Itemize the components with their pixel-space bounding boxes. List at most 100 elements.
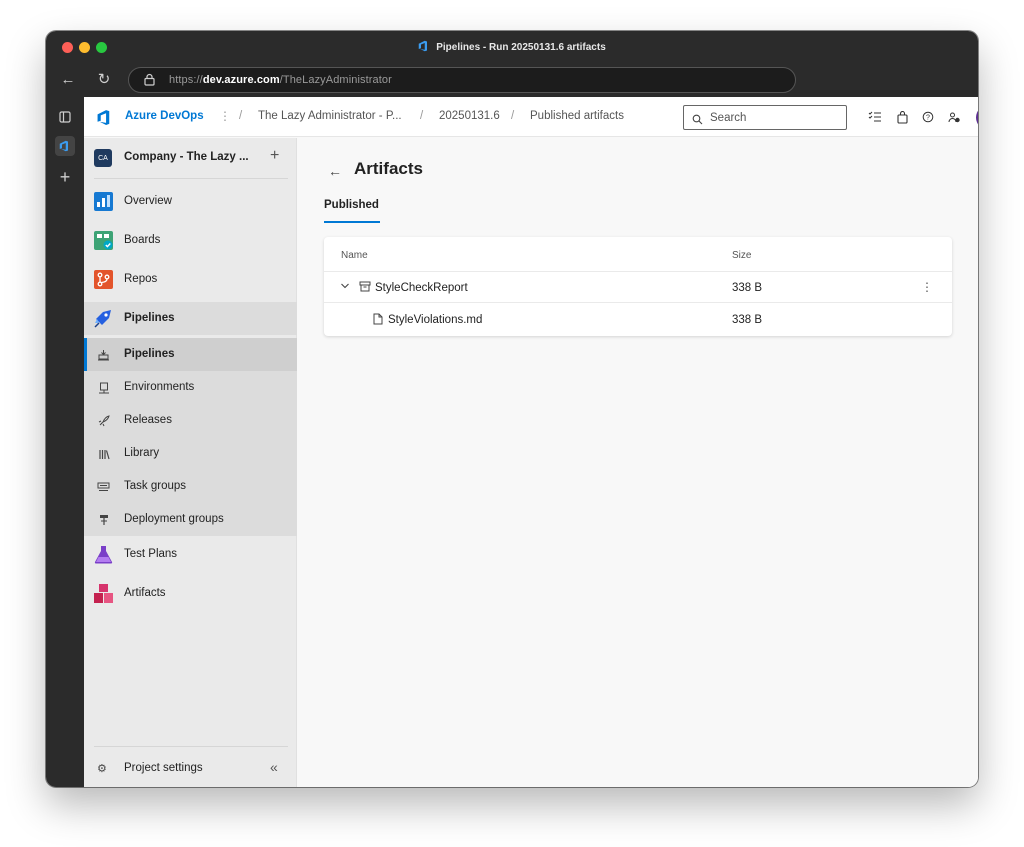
subnav-item-task-groups[interactable]: Task groups xyxy=(84,470,297,503)
back-arrow-icon[interactable]: ← xyxy=(328,163,342,179)
subnav-item-label: Environments xyxy=(124,381,195,393)
environments-icon xyxy=(97,381,110,394)
new-item-plus-icon[interactable]: + xyxy=(270,147,279,165)
column-header-size[interactable]: Size xyxy=(732,250,751,261)
search-icon xyxy=(692,112,703,130)
work-items-list-icon[interactable] xyxy=(867,109,883,125)
subnav-item-label: Library xyxy=(124,447,160,459)
subnav-item-pipelines[interactable]: Pipelines xyxy=(84,338,297,371)
project-settings-link[interactable]: ⚙ Project settings « xyxy=(84,754,297,784)
tab-selected-indicator xyxy=(324,221,380,223)
project-header[interactable]: CA Company - The Lazy ... + xyxy=(84,138,297,178)
breadcrumb-separator: / xyxy=(511,110,515,122)
file-name[interactable]: StyleViolations.md xyxy=(388,314,482,326)
brand-link[interactable]: Azure DevOps xyxy=(125,110,204,122)
url-scheme: https:// xyxy=(169,74,203,86)
azure-devops-logo-icon[interactable] xyxy=(96,109,114,131)
releases-rocket-icon xyxy=(97,414,110,427)
project-settings-label: Project settings xyxy=(124,762,203,774)
subnav-item-label: Releases xyxy=(124,414,172,426)
nav-item-label: Overview xyxy=(124,195,172,207)
site-info-icon[interactable] xyxy=(143,73,156,91)
chevron-down-icon[interactable] xyxy=(340,281,350,294)
browser-window: Pipelines - Run 20250131.6 artifacts ← ↻… xyxy=(46,31,978,787)
artifacts-table: Name Size StyleCheckReport 338 B ⋮ Style… xyxy=(324,237,952,336)
table-header: Name Size xyxy=(324,237,952,272)
new-tab-plus-icon[interactable]: + xyxy=(55,167,75,187)
breadcrumb-published-artifacts[interactable]: Published artifacts xyxy=(530,110,624,122)
deployment-groups-icon xyxy=(97,513,110,526)
subnav-item-deployment-groups[interactable]: Deployment groups xyxy=(84,503,297,536)
org-more-icon[interactable]: ⋮ xyxy=(219,109,231,123)
nav-item-pipelines[interactable]: Pipelines xyxy=(84,302,297,335)
subnav-item-releases[interactable]: Releases xyxy=(84,404,297,437)
refresh-icon[interactable]: ↻ xyxy=(94,70,114,90)
file-size: 338 B xyxy=(732,314,763,326)
sidebar-toggle-icon[interactable] xyxy=(55,107,75,127)
nav-item-boards[interactable]: Boards xyxy=(84,224,297,257)
artifact-name[interactable]: StyleCheckReport xyxy=(375,282,468,294)
project-navigation: CA Company - The Lazy ... + Overview Boa… xyxy=(84,138,297,787)
breadcrumb-run[interactable]: 20250131.6 xyxy=(439,110,500,122)
main-content: ← Artifacts Published Name Size StyleChe… xyxy=(298,138,978,787)
search-box[interactable] xyxy=(683,105,847,130)
url-path: /TheLazyAdministrator xyxy=(279,74,392,86)
title-bar: Pipelines - Run 20250131.6 artifacts xyxy=(46,31,978,63)
subnav-item-label: Deployment groups xyxy=(124,513,224,525)
table-row[interactable]: StyleViolations.md 338 B xyxy=(324,304,952,335)
test-plans-icon xyxy=(94,545,113,564)
address-row: ← ↻ https://dev.azure.com/TheLazyAdminis… xyxy=(46,63,978,97)
nav-item-label: Test Plans xyxy=(124,548,178,560)
subnav-item-environments[interactable]: Environments xyxy=(84,371,297,404)
breadcrumb-separator: / xyxy=(420,110,424,122)
address-bar[interactable]: https://dev.azure.com/TheLazyAdministrat… xyxy=(128,67,796,93)
user-avatar[interactable]: BW xyxy=(976,105,978,130)
nav-item-repos[interactable]: Repos xyxy=(84,263,297,296)
project-name[interactable]: Company - The Lazy ... xyxy=(124,151,249,163)
nav-item-label: Pipelines xyxy=(124,312,175,324)
project-avatar: CA xyxy=(94,149,112,167)
pipelines-icon xyxy=(94,309,113,328)
window-title-text: Pipelines - Run 20250131.6 artifacts xyxy=(436,42,606,53)
subnav-item-library[interactable]: Library xyxy=(84,437,297,470)
breadcrumb-project[interactable]: The Lazy Administrator - P... xyxy=(258,110,402,122)
search-input[interactable] xyxy=(710,110,840,126)
nav-item-label: Artifacts xyxy=(124,587,166,599)
nav-divider xyxy=(94,746,288,747)
collapse-nav-icon[interactable]: « xyxy=(270,759,278,775)
back-arrow-icon[interactable]: ← xyxy=(58,70,78,90)
artifact-size: 338 B xyxy=(732,282,763,294)
repos-icon xyxy=(94,270,113,289)
gear-icon: ⚙ xyxy=(97,763,107,775)
top-bar: Azure DevOps ⋮ / The Lazy Administrator … xyxy=(84,97,978,137)
nav-item-test-plans[interactable]: Test Plans xyxy=(84,538,297,571)
tab-published[interactable]: Published xyxy=(324,199,379,211)
browser-sidebar: + xyxy=(46,97,84,787)
library-icon xyxy=(97,447,110,460)
nav-item-label: Boards xyxy=(124,234,161,246)
nav-item-artifacts[interactable]: Artifacts xyxy=(84,577,297,610)
user-settings-icon[interactable] xyxy=(946,109,962,125)
subnav-item-label: Pipelines xyxy=(124,348,175,360)
nav-item-label: Repos xyxy=(124,273,158,285)
subnav-item-label: Task groups xyxy=(124,480,187,492)
breadcrumb-separator: / xyxy=(239,110,243,122)
url-text: https://dev.azure.com/TheLazyAdministrat… xyxy=(169,74,392,86)
artifacts-icon xyxy=(94,584,113,603)
page-content: Azure DevOps ⋮ / The Lazy Administrator … xyxy=(84,97,978,787)
task-groups-icon xyxy=(97,480,110,493)
column-header-name[interactable]: Name xyxy=(341,250,368,261)
pipelines-sub-icon xyxy=(97,348,110,361)
more-options-icon[interactable]: ⋮ xyxy=(921,280,933,294)
nav-item-overview[interactable]: Overview xyxy=(84,185,297,218)
table-row[interactable]: StyleCheckReport 338 B ⋮ xyxy=(324,272,952,303)
nav-divider xyxy=(94,178,288,179)
azure-devops-tab-icon[interactable] xyxy=(55,136,75,156)
window-title: Pipelines - Run 20250131.6 artifacts xyxy=(46,40,978,55)
marketplace-bag-icon[interactable] xyxy=(894,109,910,125)
artifact-folder-icon xyxy=(359,281,371,295)
help-icon[interactable]: ? xyxy=(920,109,936,125)
file-icon xyxy=(373,313,383,328)
overview-icon xyxy=(94,192,113,211)
svg-text:?: ? xyxy=(926,114,930,121)
